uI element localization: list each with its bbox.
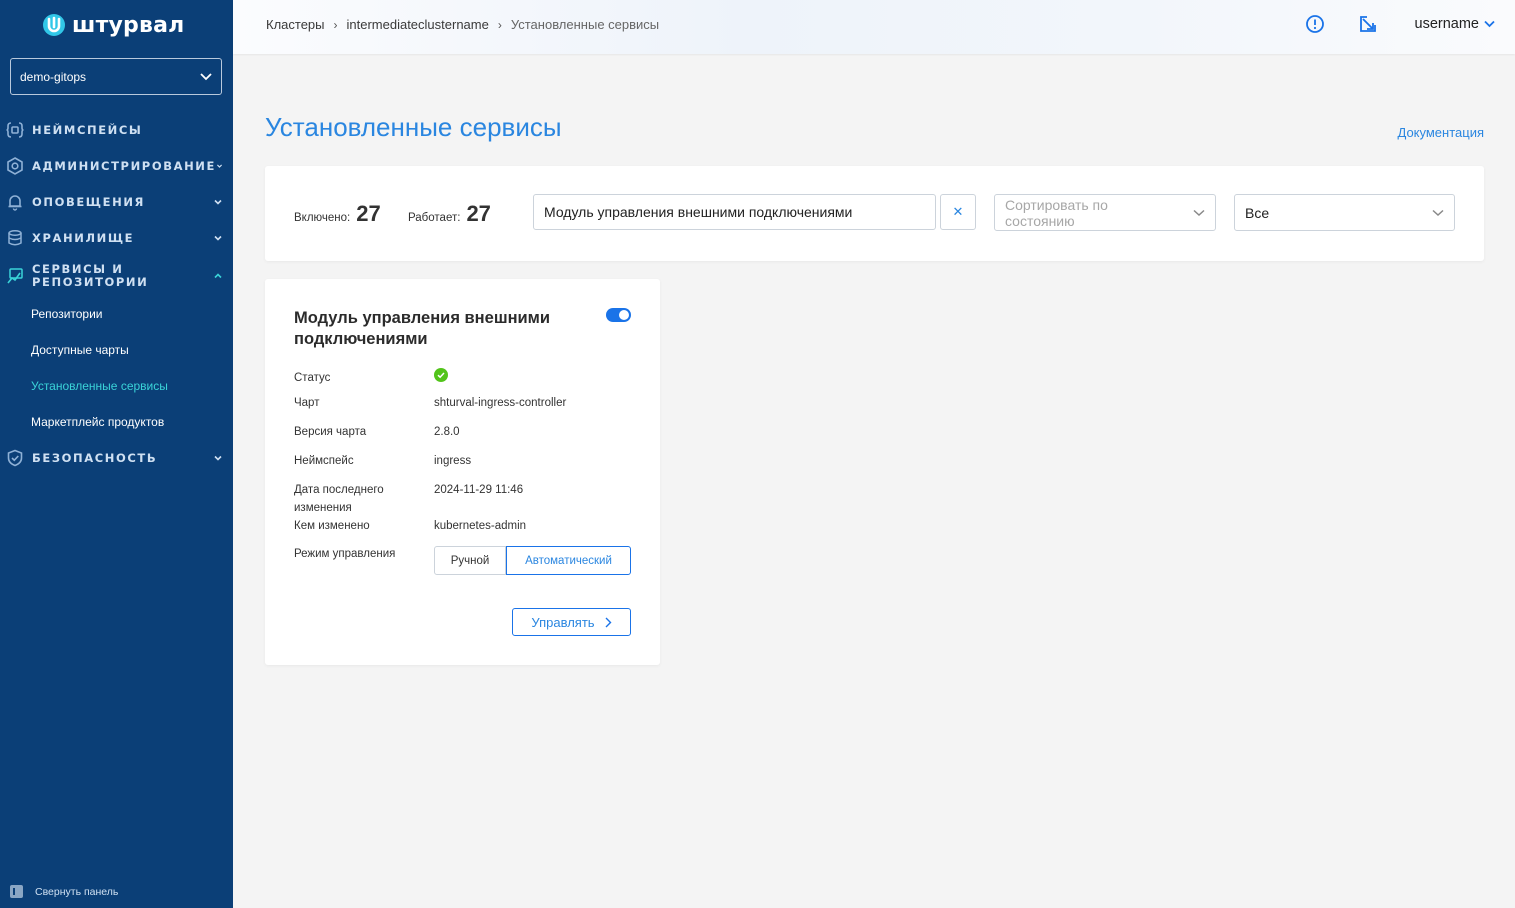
chevron-down-icon (214, 455, 222, 461)
mode-segmented-control: Ручной Автоматический (434, 546, 631, 575)
sidebar-item-label: СЕРВИСЫ И РЕПОЗИТОРИИ (32, 262, 149, 289)
cluster-select[interactable]: demo-gitops (10, 58, 222, 95)
filter-select[interactable]: Все (1234, 194, 1455, 231)
sidebar-item-services[interactable]: СЕРВИСЫ И РЕПОЗИТОРИИ (0, 256, 233, 296)
enabled-value: 27 (356, 201, 381, 226)
sidebar-item-label: НЕЙМСПЕЙСЫ (32, 122, 143, 137)
running-value: 27 (466, 201, 491, 226)
user-menu[interactable]: username (1415, 16, 1495, 32)
modified-label: Дата последнего изменения (294, 484, 384, 514)
service-enabled-toggle[interactable] (606, 308, 631, 322)
sidebar-subitem-installed-services[interactable]: Установленные сервисы (0, 368, 233, 404)
breadcrumb-cluster-name[interactable]: intermediateclustername (347, 17, 489, 32)
cluster-select-value: demo-gitops (20, 69, 87, 84)
database-icon (8, 230, 22, 246)
sidebar-subitem-repositories[interactable]: Репозитории (0, 296, 233, 332)
service-card: Модуль управления внешними подключениями… (265, 279, 660, 665)
breadcrumb-clusters[interactable]: Кластеры (266, 17, 325, 32)
namespace-label: Неймспейс (294, 455, 354, 467)
documentation-link[interactable]: Документация (1398, 125, 1485, 140)
enabled-label: Включено: (294, 212, 351, 224)
logo-icon (43, 14, 65, 36)
namespace-value: ingress (434, 455, 472, 467)
chevron-down-icon (1484, 20, 1495, 28)
collapse-panel-icon (10, 885, 23, 898)
sort-select-placeholder: Сортировать по состоянию (1005, 196, 1108, 229)
mode-manual-button[interactable]: Ручной (434, 546, 506, 575)
mode-automatic-button[interactable]: Автоматический (506, 546, 631, 575)
filter-select-value: Все (1245, 204, 1270, 221)
chart-label: Чарт (294, 397, 320, 409)
mode-label: Режим управления (294, 548, 396, 560)
chevron-down-icon (1193, 209, 1205, 216)
enabled-stat: Включено: 27 (294, 201, 381, 227)
sidebar-item-namespaces[interactable]: НЕЙМСПЕЙСЫ (0, 112, 233, 148)
clear-search-button[interactable]: ✕ (940, 194, 976, 230)
external-link-icon[interactable] (1358, 14, 1378, 34)
chevron-down-icon (214, 235, 222, 241)
breadcrumb-separator-icon: › (333, 17, 338, 32)
sidebar-item-label: БЕЗОПАСНОСТЬ (32, 450, 158, 465)
search-input[interactable] (533, 194, 936, 230)
bell-icon (8, 195, 22, 211)
status-ok-icon (434, 368, 448, 382)
username: username (1414, 16, 1479, 32)
page-title: Установленные сервисы (265, 112, 562, 142)
collapse-panel-label: Свернуть панель (35, 885, 119, 898)
logo-text: штурвал (72, 12, 185, 38)
service-card-title: Модуль управления внешними подключениями (294, 309, 551, 348)
breadcrumb: Кластеры › intermediateclustername › Уст… (266, 17, 659, 32)
filter-panel: Включено: 27 Работает: 27 ✕ Сортировать … (265, 166, 1484, 261)
version-label: Версия чарта (294, 426, 367, 438)
breadcrumb-current: Установленные сервисы (510, 17, 660, 32)
chevron-down-icon (214, 199, 222, 205)
sidebar-item-administration[interactable]: АДМИНИСТРИРОВАНИЕ (0, 148, 233, 184)
sidebar-item-label: АДМИНИСТРИРОВАНИЕ (32, 158, 216, 173)
chevron-down-icon (200, 72, 212, 80)
sidebar-nav: НЕЙМСПЕЙСЫ АДМИНИСТРИРОВАНИЕ ОПОВЕЩЕНИЯ (0, 112, 233, 476)
services-icon (7, 268, 23, 284)
chevron-right-icon (605, 617, 612, 627)
sidebar-item-label: ОПОВЕЩЕНИЯ (32, 194, 146, 209)
close-icon: ✕ (952, 204, 964, 219)
chevron-down-icon (216, 164, 222, 168)
manage-button-label: Управлять (531, 614, 595, 630)
logo[interactable]: штурвал (42, 10, 185, 40)
gear-hex-icon (7, 157, 23, 175)
sidebar-item-security[interactable]: БЕЗОПАСНОСТЬ (0, 440, 233, 476)
alert-circle-icon[interactable] (1305, 14, 1325, 34)
running-label: Работает: (408, 212, 461, 224)
sidebar-item-label: ХРАНИЛИЩЕ (32, 230, 135, 245)
chart-value: shturval-ingress-controller (434, 397, 567, 409)
breadcrumb-separator-icon: › (497, 17, 502, 32)
status-label: Статус (294, 372, 331, 384)
chevron-up-icon (214, 273, 222, 279)
sidebar-item-alerts[interactable]: ОПОВЕЩЕНИЯ (0, 184, 233, 220)
sidebar-subitem-marketplace[interactable]: Маркетплейс продуктов (0, 404, 233, 440)
sidebar-item-storage[interactable]: ХРАНИЛИЩЕ (0, 220, 233, 256)
running-stat: Работает: 27 (408, 201, 491, 227)
version-value: 2.8.0 (434, 426, 460, 438)
sort-select[interactable]: Сортировать по состоянию (994, 194, 1216, 231)
shield-check-icon (7, 449, 23, 467)
header: Кластеры › intermediateclustername › Уст… (233, 0, 1515, 54)
modified-value: 2024-11-29 11:46 (434, 484, 524, 496)
modified-by-label: Кем изменено (294, 520, 370, 532)
sidebar: штурвал demo-gitops НЕЙМСПЕЙСЫ АДМИНИСТР… (0, 0, 233, 908)
modified-by-value: kubernetes-admin (434, 520, 527, 532)
namespace-braces-icon (6, 122, 24, 138)
collapse-panel-button[interactable]: Свернуть панель (10, 885, 118, 898)
sidebar-subitem-available-charts[interactable]: Доступные чарты (0, 332, 233, 368)
chevron-down-icon (1432, 209, 1444, 216)
manage-button[interactable]: Управлять (512, 608, 631, 636)
